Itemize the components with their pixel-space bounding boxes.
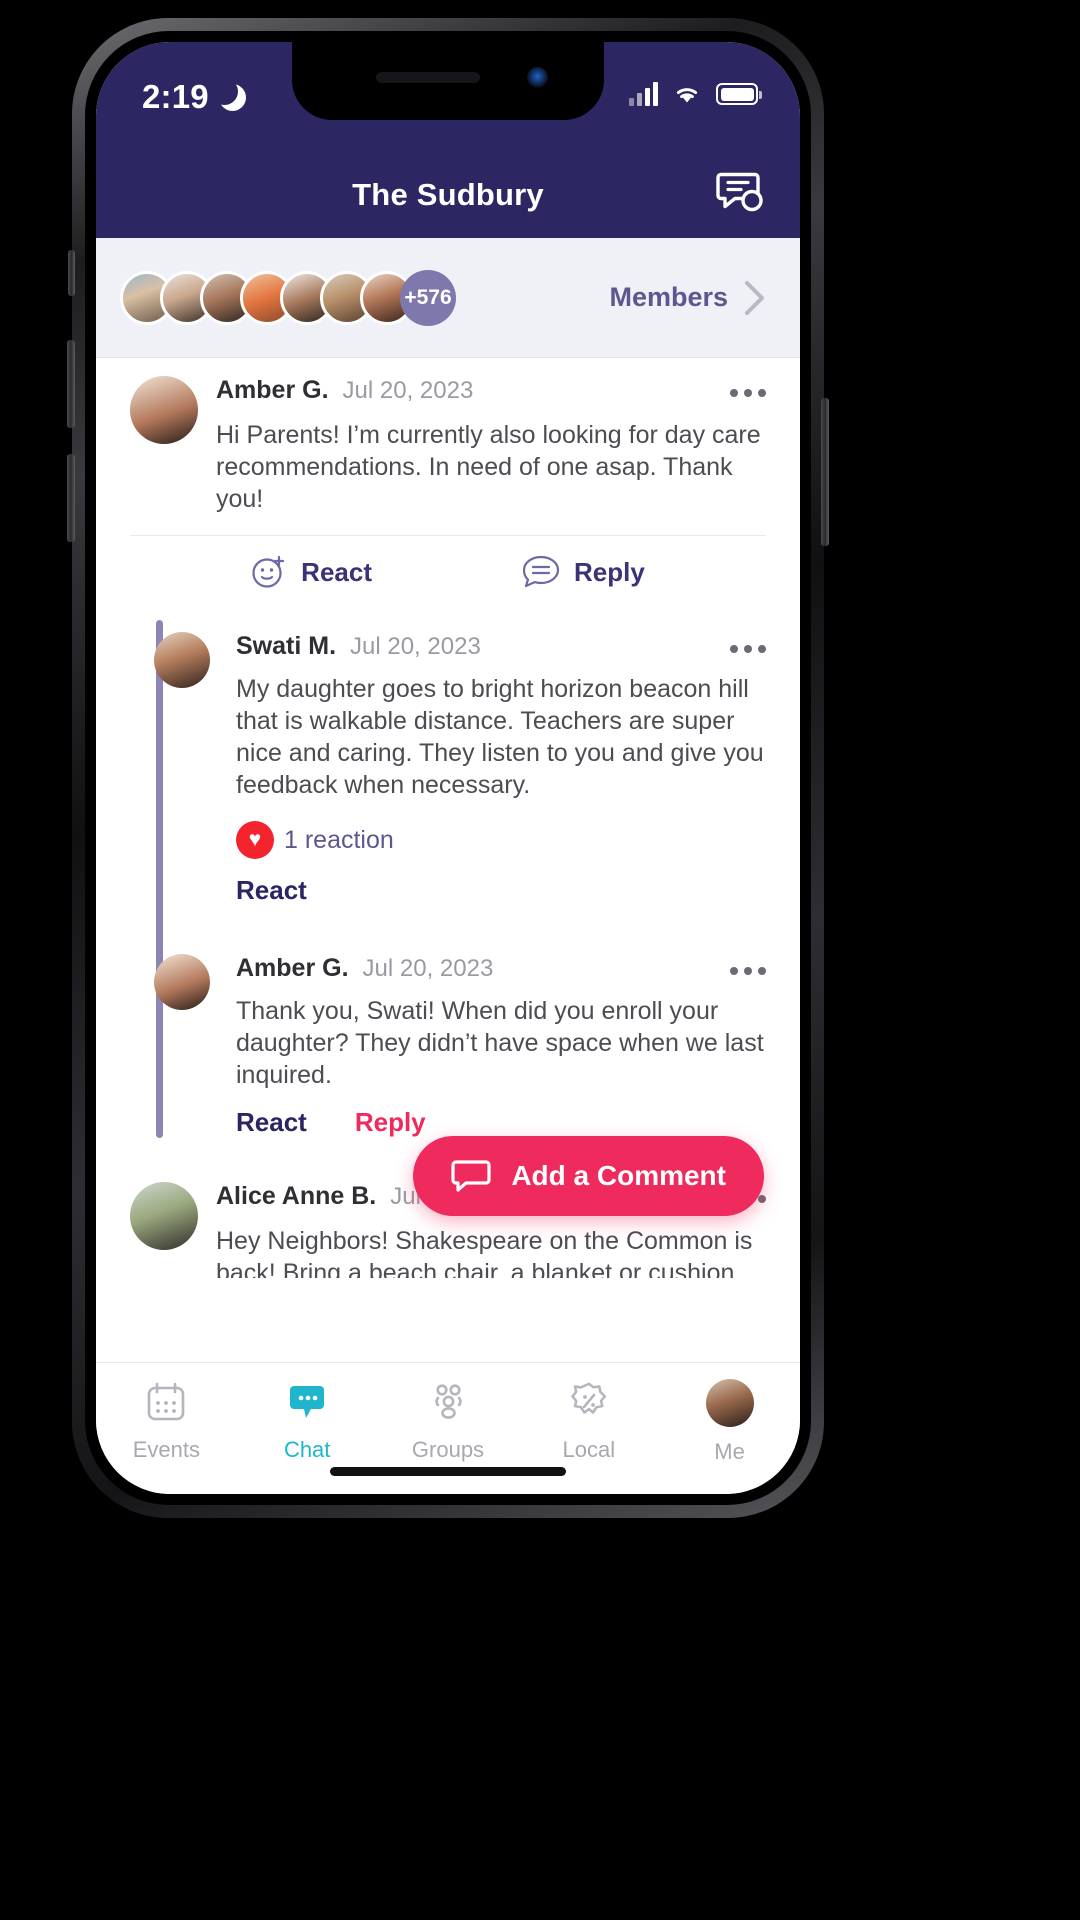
tab-label-groups: Groups xyxy=(411,1437,485,1462)
cellular-signal-icon xyxy=(629,82,658,106)
reply-amber-g: Amber G. Jul 20, 2023 Thank you, Swati! … xyxy=(154,906,766,1138)
reply-button[interactable]: Reply xyxy=(522,555,645,589)
home-indicator[interactable] xyxy=(330,1467,566,1476)
tab-label-local: Local xyxy=(562,1437,616,1462)
post-actions: React Reply xyxy=(130,535,766,606)
phone-device-frame: 2:19 The Sudbury +576 Members Amber G. J… xyxy=(67,18,829,1518)
reply-meta: Swati M. Jul 20, 2023 xyxy=(236,632,766,661)
reply-links: React Reply xyxy=(236,1107,766,1138)
crescent-moon-icon xyxy=(210,77,246,111)
tab-label-chat: Chat xyxy=(283,1437,331,1462)
post-date: Jul 20, 2023 xyxy=(342,376,474,404)
chat-bubbles-icon[interactable] xyxy=(716,171,766,220)
tab-label-me: Me xyxy=(714,1439,745,1464)
device-notch xyxy=(292,42,604,120)
reply-button-label: Reply xyxy=(574,556,645,587)
wifi-icon xyxy=(676,87,698,102)
page-title: The Sudbury xyxy=(352,177,544,212)
reply-text: Thank you, Swati! When did you enroll yo… xyxy=(236,997,764,1089)
reply-swati-m: Swati M. Jul 20, 2023 My daughter goes t… xyxy=(154,620,766,906)
chat-feed[interactable]: Amber G. Jul 20, 2023 Hi Parents! I’m cu… xyxy=(96,358,800,1278)
avatar[interactable] xyxy=(154,954,210,1010)
add-comment-button[interactable]: Add a Comment xyxy=(413,1136,764,1216)
chat-bubble-dots-icon xyxy=(290,1386,325,1418)
avatar[interactable] xyxy=(130,1182,198,1250)
phone-screen: 2:19 The Sudbury +576 Members Amber G. J… xyxy=(96,42,800,1494)
members-bar[interactable]: +576 Members xyxy=(96,238,800,358)
front-camera xyxy=(527,67,548,88)
volume-up-button[interactable] xyxy=(67,340,75,428)
heart-reaction-icon: ♥ xyxy=(236,821,274,859)
reply-date: Jul 20, 2023 xyxy=(350,632,481,660)
power-button[interactable] xyxy=(821,398,829,546)
members-link[interactable]: Members xyxy=(609,280,766,316)
tab-me[interactable]: Me xyxy=(665,1379,795,1465)
reply-links: React xyxy=(236,875,766,906)
post-author: Alice Anne B. xyxy=(216,1182,377,1210)
react-button-label: React xyxy=(301,556,372,587)
reply-reactions[interactable]: ♥ 1 reaction xyxy=(236,821,766,859)
app-header: The Sudbury xyxy=(96,152,800,238)
status-time: 2:19 xyxy=(142,78,209,115)
react-link[interactable]: React xyxy=(236,1107,307,1138)
reply-text: My daughter goes to bright horizon beaco… xyxy=(236,675,764,799)
react-link[interactable]: React xyxy=(236,875,307,906)
post-header: Amber G. Jul 20, 2023 Hi Parents! I’m cu… xyxy=(130,376,766,515)
tab-events[interactable]: Events xyxy=(101,1379,231,1463)
volume-down-button[interactable] xyxy=(67,454,75,542)
avatar[interactable] xyxy=(154,632,210,688)
comment-bubble-icon xyxy=(522,555,560,588)
tab-label-events: Events xyxy=(132,1437,201,1462)
status-bar-right xyxy=(629,78,762,106)
reply-author: Amber G. xyxy=(236,954,349,982)
reply-overflow-menu-icon[interactable] xyxy=(730,641,766,653)
member-overflow-count[interactable]: +576 xyxy=(400,269,456,326)
reply-thread: Swati M. Jul 20, 2023 My daughter goes t… xyxy=(130,620,766,1138)
member-avatar-stack[interactable]: +576 xyxy=(120,269,456,326)
reaction-count: 1 reaction xyxy=(284,825,394,854)
react-button[interactable]: React xyxy=(251,554,372,590)
members-label: Members xyxy=(609,282,728,312)
phone-bezel: 2:19 The Sudbury +576 Members Amber G. J… xyxy=(85,31,811,1505)
comment-bubble-icon xyxy=(451,1160,491,1192)
reply-link[interactable]: Reply xyxy=(355,1107,426,1138)
avatar[interactable] xyxy=(130,376,198,444)
add-comment-label: Add a Comment xyxy=(511,1160,726,1191)
reply-overflow-menu-icon[interactable] xyxy=(730,963,766,975)
post-author: Amber G. xyxy=(216,376,329,404)
profile-avatar-icon xyxy=(705,1379,754,1427)
reply-meta: Amber G. Jul 20, 2023 xyxy=(236,954,766,983)
post-overflow-menu-icon[interactable] xyxy=(730,385,766,397)
status-bar-left: 2:19 xyxy=(142,77,246,116)
tab-chat[interactable]: Chat xyxy=(242,1379,372,1463)
reply-author: Swati M. xyxy=(236,632,337,660)
mute-switch[interactable] xyxy=(68,250,75,296)
tab-local[interactable]: Local xyxy=(524,1379,654,1463)
post-meta: Amber G. Jul 20, 2023 xyxy=(216,376,766,405)
tab-groups[interactable]: Groups xyxy=(383,1379,513,1463)
post-amber-g: Amber G. Jul 20, 2023 Hi Parents! I’m cu… xyxy=(96,358,800,1138)
earpiece-speaker xyxy=(376,72,480,83)
chevron-right-icon xyxy=(745,280,764,315)
post-text: Hey Neighbors! Shakespeare on the Common… xyxy=(216,1227,753,1278)
battery-icon xyxy=(716,83,762,105)
calendar-icon xyxy=(148,1382,185,1421)
reply-date: Jul 20, 2023 xyxy=(362,954,494,982)
smiley-plus-icon xyxy=(252,555,285,588)
discount-badge-icon xyxy=(570,1382,606,1414)
people-group-icon xyxy=(435,1384,462,1419)
post-text: Hi Parents! I’m currently also looking f… xyxy=(216,421,761,513)
